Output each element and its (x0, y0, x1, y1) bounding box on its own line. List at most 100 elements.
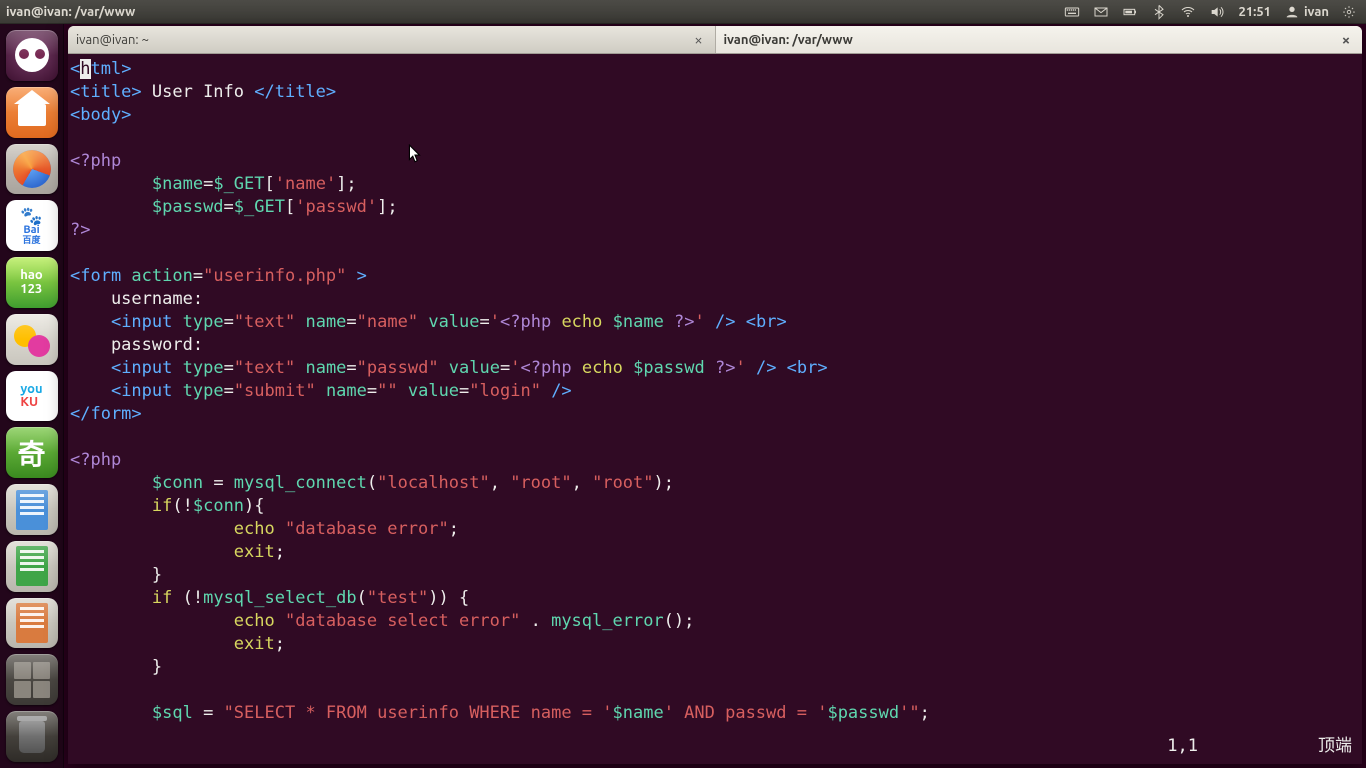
wifi-icon[interactable] (1180, 4, 1196, 20)
tab-inactive[interactable]: ivan@ivan: ~ × (68, 26, 716, 53)
code: = (193, 266, 203, 286)
code: = (367, 381, 377, 401)
code (70, 473, 152, 493)
code: value (398, 381, 459, 401)
code: $passwd (827, 703, 899, 723)
code: action (131, 266, 192, 286)
close-icon[interactable]: × (691, 32, 707, 48)
code (70, 312, 111, 332)
code: /> (705, 312, 746, 332)
launcher-label: you (20, 383, 42, 396)
battery-icon[interactable] (1122, 4, 1138, 20)
code: <?php (70, 151, 121, 171)
code: $passwd (152, 197, 224, 217)
code: <br> (787, 358, 828, 378)
mail-icon[interactable] (1093, 4, 1109, 20)
code: exit (234, 634, 275, 654)
code: = (224, 312, 234, 332)
system-menu-icon[interactable] (1342, 5, 1356, 19)
launcher-label: KU (20, 396, 42, 409)
code: <body> (70, 105, 131, 125)
code: tml> (91, 59, 132, 79)
code: username: (70, 289, 203, 309)
terminal-window: ivan@ivan: ~ × ivan@ivan: /var/www × <ht… (68, 26, 1362, 764)
code: <?php (500, 312, 561, 332)
launcher-trash[interactable] (6, 711, 58, 762)
code: "" (377, 381, 397, 401)
code: "userinfo.php" (203, 266, 346, 286)
launcher-iqiyi[interactable]: 奇 (6, 427, 58, 478)
code: = (193, 703, 224, 723)
code: ){ (244, 496, 264, 516)
close-icon[interactable]: × (1338, 32, 1354, 48)
code: $conn (152, 473, 203, 493)
code: < (70, 59, 80, 79)
code (70, 381, 111, 401)
code: [ (285, 197, 295, 217)
code: ' (735, 358, 745, 378)
code (70, 358, 111, 378)
code: <input (111, 358, 183, 378)
launcher-dash[interactable] (6, 30, 58, 81)
clock[interactable]: 21:51 (1238, 5, 1271, 19)
file-position: 顶端 (1318, 735, 1352, 758)
code: (! (183, 588, 203, 608)
code: value (418, 312, 479, 332)
launcher-label: hao (20, 268, 43, 282)
launcher-writer[interactable] (6, 484, 58, 535)
launcher-hao123[interactable]: hao123 (6, 257, 58, 308)
code: User Info (142, 82, 255, 102)
code: , (490, 473, 510, 493)
code: $_GET (213, 174, 264, 194)
code: $name (613, 703, 664, 723)
tab-active[interactable]: ivan@ivan: /var/www × (716, 26, 1363, 53)
code (70, 197, 152, 217)
code: ?> (70, 220, 90, 240)
top-panel: ivan@ivan: /var/www 21:51 ivan (0, 0, 1366, 24)
code (70, 634, 234, 654)
launcher-qq[interactable] (6, 314, 58, 365)
code: <title> (70, 82, 142, 102)
code: = (224, 197, 234, 217)
launcher-workspaces[interactable] (6, 654, 58, 705)
indicator-area: 21:51 ivan (1064, 4, 1362, 20)
code: ' AND passwd = ' (664, 703, 828, 723)
code: name (295, 358, 346, 378)
code: "root" (592, 473, 653, 493)
code: "login" (469, 381, 541, 401)
code: > (346, 266, 366, 286)
code: "passwd" (357, 358, 439, 378)
code: ?> (715, 358, 735, 378)
code: <input (111, 312, 183, 332)
launcher-baidu[interactable]: 🐾Bai百度 (6, 200, 58, 251)
launcher-files[interactable] (6, 87, 58, 138)
code: ]; (336, 174, 356, 194)
code: "database select error" (285, 611, 520, 631)
launcher-firefox[interactable] (6, 144, 58, 195)
code: , (572, 473, 592, 493)
code: /> (541, 381, 572, 401)
volume-icon[interactable] (1209, 4, 1225, 20)
code: ( (357, 588, 367, 608)
paw-icon: 🐾 (20, 207, 42, 225)
bluetooth-icon[interactable] (1151, 4, 1167, 20)
code: "SELECT * FROM userinfo WHERE name = ' (224, 703, 613, 723)
tab-label: ivan@ivan: ~ (76, 33, 691, 47)
launcher-calc[interactable] (6, 541, 58, 592)
code: $name (613, 312, 674, 332)
keyboard-icon[interactable] (1064, 4, 1080, 20)
code: <form (70, 266, 131, 286)
code: </form> (70, 404, 142, 424)
code (70, 542, 234, 562)
user-menu[interactable]: ivan (1284, 4, 1329, 20)
launcher-youku[interactable]: youKU (6, 371, 58, 422)
code: ; (920, 703, 930, 723)
terminal-content[interactable]: <html> <title> User Info </title> <body>… (68, 54, 1362, 764)
code: = (203, 473, 234, 493)
launcher-impress[interactable] (6, 598, 58, 649)
code: ' (695, 312, 705, 332)
code: ' (510, 358, 520, 378)
launcher-label: Bai (23, 225, 39, 236)
cursor: h (80, 59, 90, 79)
code (70, 611, 234, 631)
